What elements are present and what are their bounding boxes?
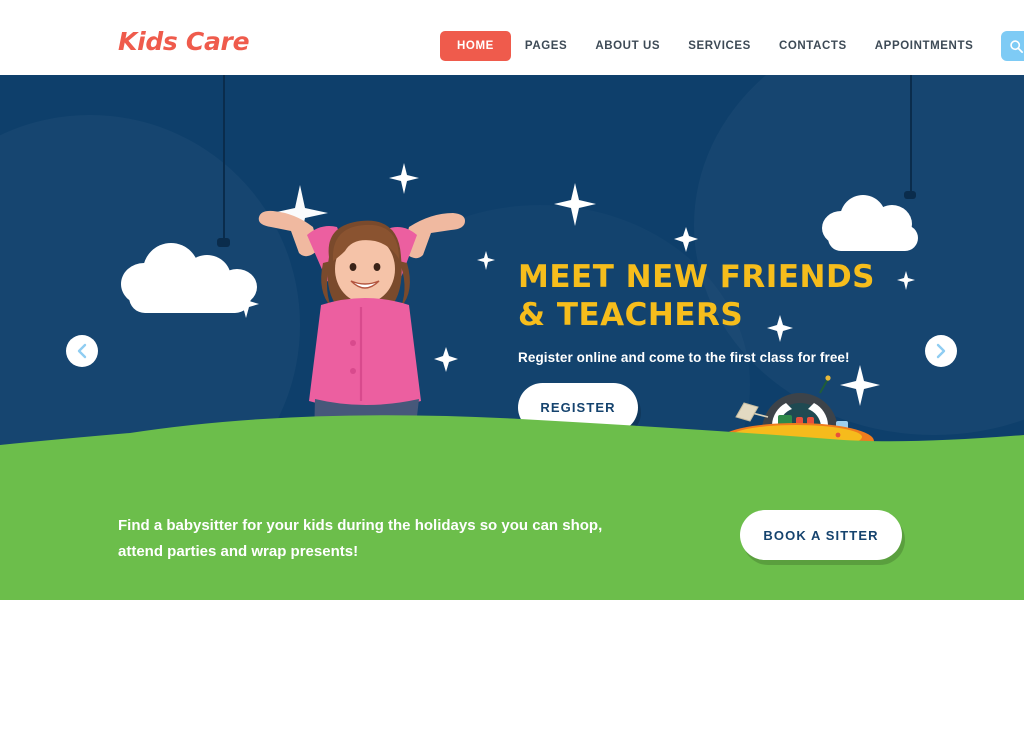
- hero-title-line1: MEET NEW FRIENDS: [518, 259, 876, 295]
- book-a-sitter-button[interactable]: BOOK A SITTER: [740, 510, 902, 560]
- chevron-left-icon: [77, 343, 87, 359]
- hero-text-block: MEET NEW FRIENDS & TEACHERS Register onl…: [518, 258, 875, 365]
- nav-item-pages[interactable]: PAGES: [511, 31, 581, 61]
- banner-text-line1: Find a babysitter for your kids during t…: [118, 517, 603, 534]
- nav-item-home[interactable]: HOME: [440, 31, 511, 61]
- site-header: Kids Care HOME PAGES ABOUT US SERVICES C…: [0, 0, 1024, 75]
- nav-item-services[interactable]: SERVICES: [674, 31, 765, 61]
- hanging-cloud-right: [822, 75, 960, 255]
- banner-text: Find a babysitter for your kids during t…: [118, 513, 602, 565]
- nav-item-about-us[interactable]: ABOUT US: [581, 31, 674, 61]
- main-navigation: HOME PAGES ABOUT US SERVICES CONTACTS AP…: [440, 31, 1024, 61]
- hero-carousel: MEET NEW FRIENDS & TEACHERS Register onl…: [0, 75, 1024, 475]
- banner-text-line2: attend parties and wrap presents!: [118, 543, 359, 560]
- search-icon: [1010, 39, 1023, 53]
- carousel-prev-button[interactable]: [66, 335, 98, 367]
- feature-icons-row: 1: [0, 600, 1024, 745]
- hero-title-line2: & TEACHERS: [518, 297, 744, 333]
- search-button[interactable]: [1001, 31, 1024, 61]
- nav-item-contacts[interactable]: CONTACTS: [765, 31, 861, 61]
- nav-item-appointments[interactable]: APPOINTMENTS: [861, 31, 988, 61]
- green-hill-divider: [0, 415, 1024, 475]
- carousel-next-button[interactable]: [925, 335, 957, 367]
- site-logo[interactable]: Kids Care: [118, 27, 250, 56]
- hero-subtitle: Register online and come to the first cl…: [518, 350, 850, 365]
- chevron-right-icon: [936, 343, 946, 359]
